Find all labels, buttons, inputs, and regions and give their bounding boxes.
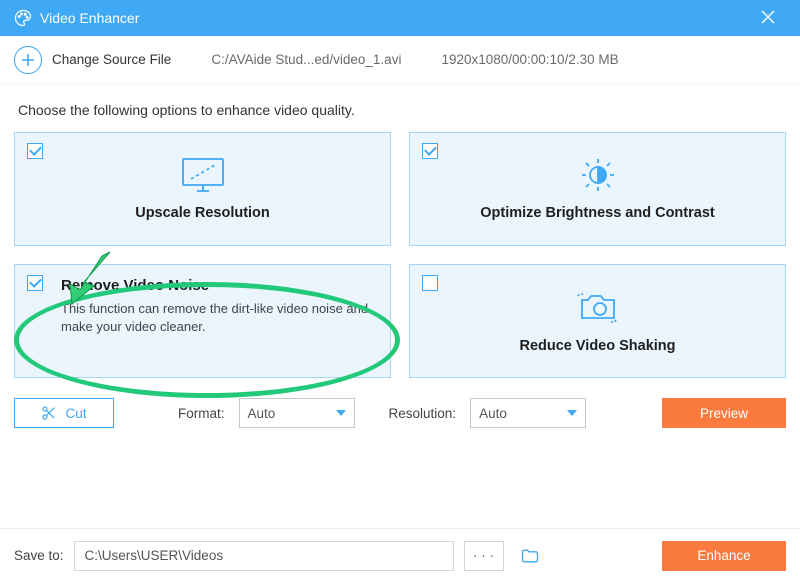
- option-optimize-brightness[interactable]: Optimize Brightness and Contrast: [409, 132, 786, 246]
- folder-icon: [520, 546, 540, 566]
- scissors-icon: [41, 405, 57, 421]
- save-path-input[interactable]: C:\Users\USER\Videos: [74, 541, 454, 571]
- source-info: 1920x1080/00:00:10/2.30 MB: [441, 52, 618, 67]
- instruction-text: Choose the following options to enhance …: [0, 84, 800, 132]
- resolution-select[interactable]: Auto: [470, 398, 586, 428]
- checkbox-shake[interactable]: [422, 275, 438, 291]
- option-shake-label: Reduce Video Shaking: [519, 338, 675, 354]
- option-optimize-label: Optimize Brightness and Contrast: [480, 205, 714, 221]
- preview-button[interactable]: Preview: [662, 398, 786, 428]
- open-folder-button[interactable]: [514, 541, 546, 571]
- cut-button[interactable]: Cut: [14, 398, 114, 428]
- window-title: Video Enhancer: [40, 10, 750, 26]
- save-to-label: Save to:: [14, 548, 64, 563]
- enhance-button[interactable]: Enhance: [662, 541, 786, 571]
- checkbox-denoise[interactable]: [27, 275, 43, 291]
- chevron-down-icon: [567, 408, 577, 418]
- option-denoise-desc: This function can remove the dirt-like v…: [61, 300, 372, 336]
- option-reduce-shaking[interactable]: Reduce Video Shaking: [409, 264, 786, 378]
- palette-icon: [14, 9, 32, 27]
- checkbox-upscale[interactable]: [27, 143, 43, 159]
- option-upscale-label: Upscale Resolution: [135, 205, 270, 221]
- format-value: Auto: [248, 406, 336, 421]
- enhance-label: Enhance: [697, 548, 750, 563]
- camera-shake-icon: [572, 286, 624, 328]
- brightness-icon: [574, 155, 622, 195]
- change-source-button[interactable]: [14, 46, 42, 74]
- resolution-label: Resolution:: [389, 406, 457, 421]
- format-select[interactable]: Auto: [239, 398, 355, 428]
- option-denoise-label: Remove Video Noise: [61, 277, 209, 294]
- toolbar: Change Source File C:/AVAide Stud...ed/v…: [0, 36, 800, 84]
- preview-label: Preview: [700, 406, 748, 421]
- close-button[interactable]: [750, 8, 786, 29]
- browse-button[interactable]: · · ·: [464, 541, 504, 571]
- checkbox-optimize[interactable]: [422, 143, 438, 159]
- monitor-icon: [179, 155, 227, 195]
- format-label: Format:: [178, 406, 225, 421]
- enhance-options: Upscale Resolution Optimize Brightness a…: [0, 132, 800, 378]
- option-remove-noise[interactable]: Remove Video Noise This function can rem…: [14, 264, 391, 378]
- cut-label: Cut: [65, 406, 86, 421]
- plus-icon: [21, 53, 35, 67]
- titlebar: Video Enhancer: [0, 0, 800, 36]
- save-path-value: C:\Users\USER\Videos: [85, 548, 224, 563]
- option-upscale-resolution[interactable]: Upscale Resolution: [14, 132, 391, 246]
- change-source-label: Change Source File: [52, 52, 171, 67]
- source-path: C:/AVAide Stud...ed/video_1.avi: [211, 52, 401, 67]
- dots-icon: · · ·: [473, 548, 494, 563]
- chevron-down-icon: [336, 408, 346, 418]
- footer-controls: Cut Format: Auto Resolution: Auto Previe…: [0, 378, 800, 428]
- footer-save: Save to: C:\Users\USER\Videos · · · Enha…: [0, 528, 800, 582]
- resolution-value: Auto: [479, 406, 567, 421]
- close-icon: [761, 10, 775, 24]
